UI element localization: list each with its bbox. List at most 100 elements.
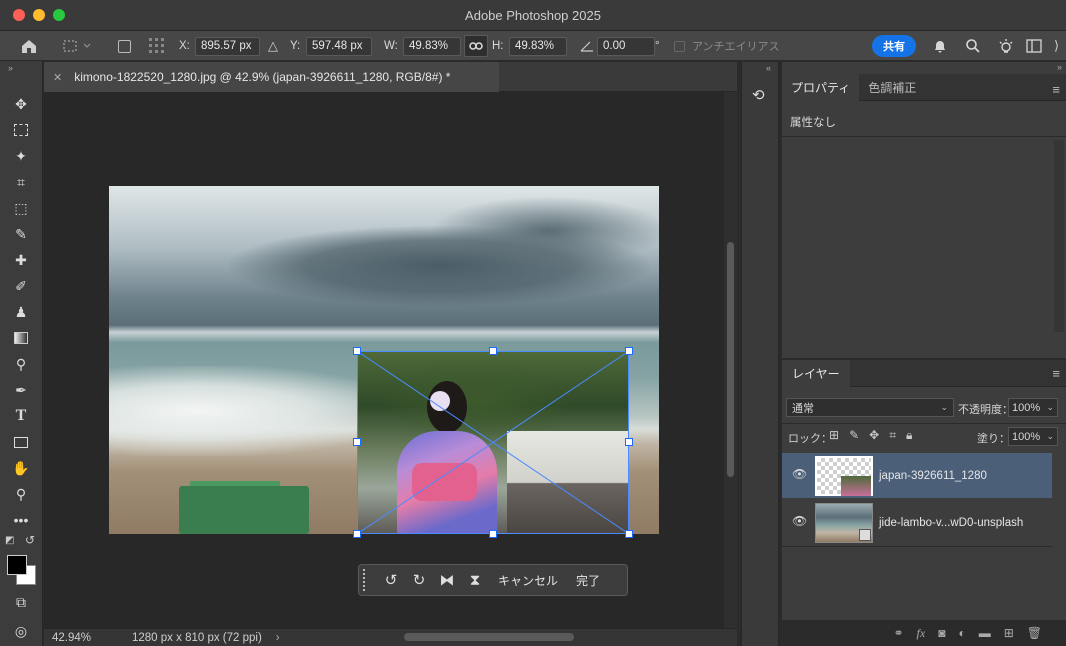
done-button[interactable]: 完了 <box>567 572 609 589</box>
foreground-color-swatch[interactable] <box>7 555 27 575</box>
history-panel-icon[interactable]: ⟲ <box>752 86 765 104</box>
vertical-scrollbar[interactable] <box>724 92 737 628</box>
pen-tool-icon[interactable]: ✒ <box>10 380 32 400</box>
delta-icon[interactable]: △ <box>268 31 278 61</box>
new-group-icon[interactable]: ▬ <box>979 626 991 640</box>
handle-top-left[interactable] <box>353 347 361 355</box>
discover-icon[interactable] <box>997 31 1015 61</box>
document-tab[interactable]: ✕ kimono-1822520_1280.jpg @ 42.9% (japan… <box>44 62 499 92</box>
reference-point-grid-icon[interactable] <box>147 31 167 61</box>
tab-properties[interactable]: プロパティ <box>782 74 860 101</box>
layers-panel: レイヤー ≡ 通常 ⌄ 不透明度： 100% ⌄ ロック： ⊞ ✎ ✥ ⌗ 🔒︎… <box>782 360 1066 620</box>
vertical-scroll-thumb[interactable] <box>727 242 734 477</box>
zoom-level[interactable]: 42.94% <box>52 632 122 644</box>
y-position-field[interactable]: 597.48 px <box>306 36 372 56</box>
layer-thumbnail <box>815 502 873 543</box>
rotation-field[interactable]: 0.00 <box>597 36 655 56</box>
flip-vertical-icon[interactable]: ⧗ <box>461 572 489 589</box>
lock-all-icon[interactable]: 🔒︎ <box>906 428 912 443</box>
healing-brush-tool-icon[interactable]: ✚ <box>10 250 32 270</box>
collapse-panels-icon[interactable]: » <box>1057 62 1062 72</box>
layer-name[interactable]: japan-3926611_1280 <box>879 470 987 482</box>
reference-point-checkbox[interactable] <box>118 31 131 61</box>
search-icon[interactable] <box>965 31 981 61</box>
layer-name[interactable]: jide-lambo-v...wD0-unsplash <box>879 517 1023 529</box>
drag-handle-icon[interactable] <box>363 569 377 591</box>
lock-pixels-icon[interactable]: ✎ <box>849 428 859 443</box>
close-tab-icon[interactable]: ✕ <box>53 71 62 84</box>
adjustment-layer-icon[interactable]: ◐ <box>958 626 965 640</box>
opacity-chevron-icon[interactable]: ⌄ <box>1046 402 1054 413</box>
layers-footer: ⚭ fx ◙ ◐ ▬ ⊞ 🗑︎ <box>782 620 1066 646</box>
rotate-left-icon[interactable]: ↺ <box>377 571 405 589</box>
antialias-checkbox[interactable] <box>674 31 685 61</box>
move-tool-icon[interactable]: ✥ <box>10 94 32 114</box>
swap-colors-icon[interactable]: ↺ <box>25 533 35 547</box>
fill-chevron-icon[interactable]: ⌄ <box>1046 431 1054 442</box>
zoom-tool-icon[interactable]: ⚲ <box>10 484 32 504</box>
default-colors-icon[interactable]: ◩ <box>5 535 14 546</box>
opacity-label: 不透明度： <box>958 404 1013 416</box>
status-expand-icon[interactable]: › <box>276 632 280 644</box>
handle-bottom-center[interactable] <box>489 530 497 538</box>
stamp-tool-icon[interactable]: ♟ <box>10 302 32 322</box>
lock-transparency-icon[interactable]: ⊞ <box>829 428 839 443</box>
transform-bounding-box[interactable] <box>357 351 629 534</box>
dodge-tool-icon[interactable]: ⚲ <box>10 354 32 374</box>
frame-tool-icon[interactable]: ⬚ <box>10 198 32 218</box>
lock-position-icon[interactable]: ✥ <box>869 428 879 443</box>
fill-field[interactable]: 100% ⌄ <box>1008 427 1058 446</box>
height-field[interactable]: 49.83% <box>509 36 567 56</box>
visibility-eye-icon[interactable]: 👁︎ <box>792 467 807 481</box>
handle-bottom-right[interactable] <box>625 530 633 538</box>
collapse-tools-icon[interactable]: » <box>8 63 13 73</box>
layers-menu-icon[interactable]: ≡ <box>1052 366 1060 381</box>
share-button[interactable]: 共有 <box>872 35 916 57</box>
overflow-icon[interactable]: ⟩ <box>1054 31 1059 61</box>
x-position-field[interactable]: 895.57 px <box>195 36 260 56</box>
brush-tool-icon[interactable]: ✐ <box>10 276 32 296</box>
quick-selection-tool-icon[interactable]: ✦ <box>10 146 32 166</box>
handle-middle-left[interactable] <box>353 438 361 446</box>
screen-mode-icon[interactable]: ⧉ <box>10 592 32 612</box>
layer-row-japan[interactable]: 👁︎ japan-3926611_1280 <box>782 453 1052 498</box>
opacity-field[interactable]: 100% ⌄ <box>1008 398 1058 417</box>
blend-mode-select[interactable]: 通常 ⌄ <box>786 398 954 417</box>
hand-tool-icon[interactable]: ✋ <box>10 458 32 478</box>
cancel-button[interactable]: キャンセル <box>489 572 567 589</box>
quick-mask-icon[interactable]: ◎ <box>10 621 32 641</box>
properties-menu-icon[interactable]: ≡ <box>1052 82 1060 97</box>
horizontal-scroll-thumb[interactable] <box>404 633 574 641</box>
flip-horizontal-icon[interactable]: ⧓ <box>433 571 461 589</box>
layer-row-jide-lambo[interactable]: 👁︎ jide-lambo-v...wD0-unsplash <box>782 500 1052 545</box>
home-icon[interactable] <box>20 31 38 61</box>
angle-icon <box>579 31 595 61</box>
expand-dock-icon[interactable]: « <box>766 63 771 73</box>
new-layer-icon[interactable]: ⊞ <box>1004 626 1014 640</box>
tab-adjustments[interactable]: 色調補正 <box>859 74 925 101</box>
gradient-tool-icon[interactable] <box>10 328 32 348</box>
type-tool-icon[interactable]: T <box>10 406 32 426</box>
rotate-right-icon[interactable]: ↻ <box>405 571 433 589</box>
more-tools-icon[interactable]: ••• <box>10 510 32 530</box>
marquee-tool-icon[interactable] <box>10 120 32 140</box>
lock-artboard-icon[interactable]: ⌗ <box>889 428 896 443</box>
link-layers-icon[interactable]: ⚭ <box>893 626 903 640</box>
handle-middle-right[interactable] <box>625 438 633 446</box>
add-mask-icon[interactable]: ◙ <box>938 626 945 640</box>
visibility-eye-icon[interactable]: 👁︎ <box>792 514 807 528</box>
tab-layers[interactable]: レイヤー <box>782 360 850 387</box>
eyedropper-tool-icon[interactable]: ✎ <box>10 224 32 244</box>
workspace-icon[interactable] <box>1026 31 1042 61</box>
transform-mode-icon[interactable] <box>62 31 92 61</box>
handle-top-right[interactable] <box>625 347 633 355</box>
link-icon[interactable] <box>464 31 488 61</box>
crop-tool-icon[interactable]: ⌗ <box>10 172 32 192</box>
handle-bottom-left[interactable] <box>353 530 361 538</box>
width-field[interactable]: 49.83% <box>403 36 461 56</box>
handle-top-center[interactable] <box>489 347 497 355</box>
bell-icon[interactable] <box>932 31 948 61</box>
delete-layer-icon[interactable]: 🗑︎ <box>1027 626 1042 640</box>
shape-tool-icon[interactable] <box>10 432 32 452</box>
fx-icon[interactable]: fx <box>917 626 926 641</box>
